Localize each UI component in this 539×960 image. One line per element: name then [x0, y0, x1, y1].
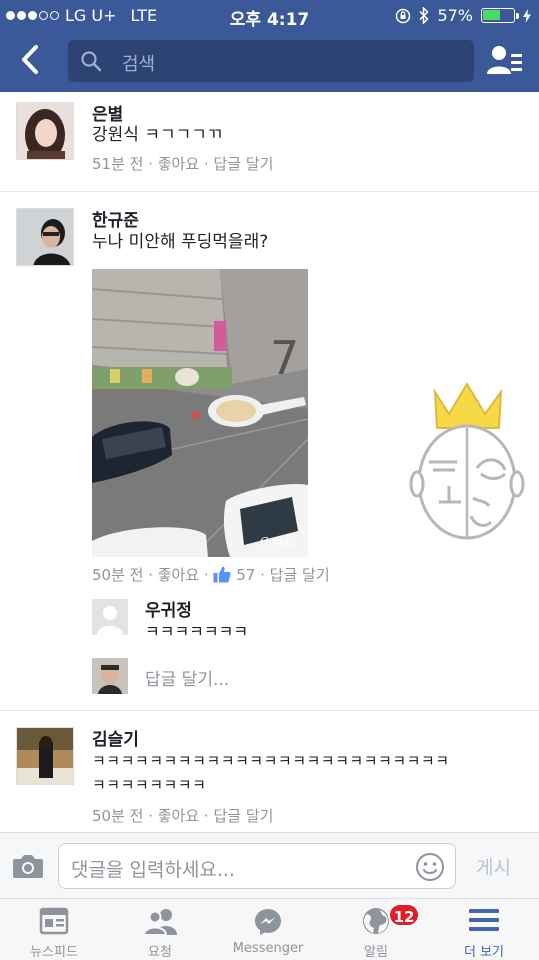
comment-item: 김슬기 ㅋㅋㅋㅋㅋㅋㅋㅋㅋㅋㅋㅋㅋㅋㅋㅋㅋㅋㅋㅋㅋㅋㅋㅋㅋ ㅋㅋㅋㅋㅋㅋㅋㅋ 5…: [0, 711, 539, 832]
search-placeholder: 검색: [122, 54, 156, 75]
globe-icon: [363, 908, 389, 934]
avatar[interactable]: [16, 102, 74, 160]
bluetooth-icon: [419, 7, 429, 24]
svg-text:7: 7: [270, 331, 299, 385]
menu-icon: [469, 909, 499, 931]
tab-friend-requests[interactable]: 요청: [120, 899, 200, 960]
friend-list-button[interactable]: [487, 44, 523, 78]
friend-list-icon: [487, 46, 522, 74]
messenger-icon: [255, 909, 281, 935]
commenter-name[interactable]: 김슬기: [92, 725, 139, 750]
reply-author-name[interactable]: 우귀정: [145, 596, 192, 621]
comment-item: 은별 강원식 ㅋㄱㄱㄱㄲ 51분 전 · 좋아요 · 답글 달기: [0, 92, 539, 191]
commenter-name[interactable]: 한규준: [92, 206, 139, 231]
comment-text-line-2: ㅋㅋㅋㅋㅋㅋㅋㅋ: [92, 776, 207, 794]
crowned-face-sticker: [405, 382, 529, 542]
post-button[interactable]: 게시: [476, 853, 511, 880]
battery-icon: [481, 8, 519, 23]
tab-label: 요청: [148, 945, 172, 960]
comment-text-line-1: ㅋㅋㅋㅋㅋㅋㅋㅋㅋㅋㅋㅋㅋㅋㅋㅋㅋㅋㅋㅋㅋㅋㅋㅋㅋ: [92, 752, 450, 770]
like-icon: [213, 566, 232, 583]
comment-text: 강원식 ㅋㄱㄱㄱㄲ: [92, 125, 223, 145]
avatar: [92, 658, 128, 694]
avatar[interactable]: [16, 727, 74, 785]
tab-news-feed[interactable]: 뉴스피드: [14, 899, 94, 960]
orientation-lock-icon: [396, 8, 411, 23]
reply-link[interactable]: · 답글 달기: [260, 566, 330, 584]
search-icon: [81, 51, 102, 72]
tab-more[interactable]: 더 보기: [444, 899, 524, 960]
tab-label: 알림: [364, 945, 388, 960]
smiley-icon[interactable]: [415, 852, 445, 882]
comments-list: 은별 강원식 ㅋㄱㄱㄱㄲ 51분 전 · 좋아요 · 답글 달기 한규준 누나 …: [0, 92, 539, 832]
comment-input[interactable]: 댓글을 입력하세요...: [58, 843, 456, 889]
back-button[interactable]: [12, 42, 48, 78]
like-count[interactable]: 57: [236, 566, 255, 584]
photo-watermark: Candy: [260, 535, 296, 548]
notification-badge: 12: [388, 903, 420, 927]
comment-composer: 댓글을 입력하세요... 게시: [0, 832, 539, 898]
battery-percent: 57%: [437, 6, 473, 25]
camera-icon[interactable]: [12, 853, 44, 879]
news-feed-icon: [39, 907, 69, 935]
avatar[interactable]: [92, 599, 128, 635]
status-right: 57%: [395, 6, 531, 25]
search-input[interactable]: 검색: [68, 40, 474, 82]
tab-notifications[interactable]: 12 알림: [336, 899, 420, 960]
screen: LG U+ LTE 오후 4:17 57% 검색 은별 강원식 ㅋㄱㄱㄱㄲ 51…: [0, 0, 539, 960]
comment-input-placeholder: 댓글을 입력하세요...: [71, 859, 235, 881]
comment-text: 누나 미안해 푸딩먹을래?: [92, 232, 269, 252]
reply-text: ㅋㅋㅋㅋㅋㅋㅋ: [145, 622, 249, 641]
reply-input-prompt[interactable]: 답글 달기...: [145, 665, 229, 690]
tab-messenger[interactable]: Messenger: [222, 899, 314, 960]
status-bar: LG U+ LTE 오후 4:17 57%: [0, 0, 539, 30]
avatar[interactable]: [16, 208, 74, 266]
tab-bar: 뉴스피드 요청 Messenger 12 알림 더 보기: [0, 898, 539, 960]
top-bar: LG U+ LTE 오후 4:17 57% 검색: [0, 0, 539, 92]
comment-time-like[interactable]: 50분 전 · 좋아요 ·: [92, 566, 209, 584]
comment-meta[interactable]: 50분 전 · 좋아요 · 57 · 답글 달기: [92, 564, 330, 585]
tab-label: 뉴스피드: [30, 945, 78, 960]
commenter-name[interactable]: 은별: [92, 100, 123, 125]
charging-icon: [523, 8, 531, 23]
comment-photo[interactable]: 7 Candy: [92, 269, 308, 557]
friend-requests-icon: [144, 909, 177, 935]
chevron-left-icon: [22, 45, 38, 74]
tab-label: 더 보기: [463, 945, 504, 960]
comment-meta[interactable]: 50분 전 · 좋아요 · 답글 달기: [92, 805, 273, 826]
tab-label: Messenger: [232, 941, 304, 956]
comment-meta[interactable]: 51분 전 · 좋아요 · 답글 달기: [92, 153, 273, 174]
